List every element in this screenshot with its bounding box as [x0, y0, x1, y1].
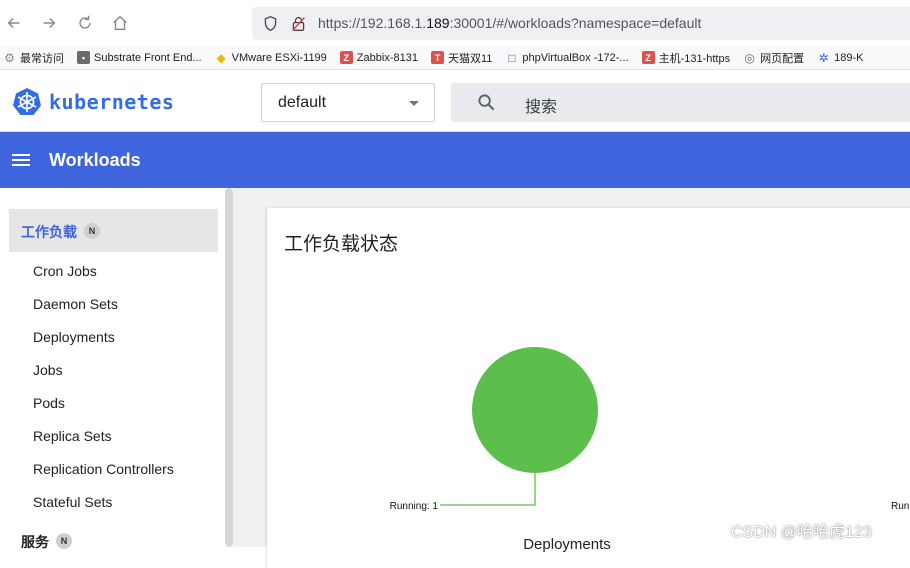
search-input[interactable]: 搜索 [451, 83, 910, 122]
bookmark-item[interactable]: Z Zabbix-8131 [339, 51, 418, 64]
page-toolbar: Workloads [0, 132, 910, 188]
vmware-icon: ◆ [216, 50, 226, 65]
bookmark-label: 主机-131-https [658, 52, 731, 65]
bookmark-label: 网页配置 [760, 52, 805, 65]
sidebar: 工作负载 N Cron Jobs Daemon Sets Deployments… [0, 188, 233, 550]
namespace-badge: N [84, 223, 100, 239]
pie-slice-running[interactable] [472, 347, 598, 473]
sidebar-item-replication-controllers[interactable]: Replication Controllers [33, 461, 174, 477]
browser-toolbar: https://192.168.1.189:30001/#/workloads?… [0, 0, 910, 46]
forward-arrow-icon[interactable] [31, 5, 67, 41]
back-arrow-icon[interactable] [0, 5, 32, 41]
bookmark-label: Zabbix-8131 [356, 51, 418, 64]
bookmark-label: phpVirtualBox -172-... [522, 51, 629, 64]
next-chart-data-label: Run [891, 501, 909, 512]
tmall-icon: T [430, 51, 444, 64]
url-text[interactable]: https://192.168.1.189:30001/#/workloads?… [318, 15, 701, 31]
menu-icon[interactable] [10, 149, 32, 171]
search-icon [478, 94, 495, 111]
sidebar-item-daemon-sets[interactable]: Daemon Sets [33, 296, 118, 312]
shield-icon[interactable] [262, 15, 279, 32]
pie-data-label: Running: 1 [390, 501, 439, 512]
brand-name[interactable]: kubernetes [49, 90, 174, 114]
chevron-down-icon [409, 101, 419, 106]
bookmark-item[interactable]: □ phpVirtualBox -172-... [505, 50, 629, 65]
bookmarks-bar: ⚙ 最常访问 ▪ Substrate Front End... ◆ VMware ESXi… [0, 46, 910, 70]
zabbix-icon: Z [339, 51, 353, 64]
bookmark-label: 189-K [834, 51, 864, 64]
bookmark-label: 天猫双11 [447, 52, 493, 65]
page-title: Workloads [49, 150, 141, 170]
app-header: kubernetes default 搜索 [0, 71, 910, 132]
sidebar-section-workloads[interactable]: 工作负载 N [9, 209, 218, 252]
bookmark-item[interactable]: Z 主机-131-https [641, 50, 731, 66]
zabbix-icon: Z [641, 51, 655, 64]
watermark: CSDN @哈哈虎123 [731, 524, 872, 541]
sidebar-section-label: 工作负载 [21, 224, 77, 240]
page-icon: ▪ [77, 51, 90, 64]
search-placeholder: 搜索 [525, 99, 558, 116]
sidebar-item-jobs[interactable]: Jobs [33, 362, 63, 378]
pie-leader-line [440, 473, 536, 506]
bookmark-item[interactable]: ▪ Substrate Front End... [77, 51, 202, 64]
sidebar-item-cron-jobs[interactable]: Cron Jobs [33, 263, 97, 279]
vbox-icon: □ [508, 50, 516, 65]
bookmark-label: 最常访问 [20, 52, 64, 65]
namespace-select[interactable]: default [261, 83, 435, 122]
gear-icon: ⚙ [4, 50, 15, 65]
bookmark-item[interactable]: ✲ 189-K [817, 50, 864, 65]
sidebar-scrollbar[interactable] [225, 188, 233, 547]
bookmark-item[interactable]: ◎ 网页配置 [743, 50, 804, 66]
chart-title: Deployments [523, 536, 611, 553]
globe-icon: ◎ [744, 50, 755, 65]
sidebar-section-services[interactable]: 服务 [21, 532, 49, 552]
home-icon[interactable] [102, 5, 138, 41]
bookmark-label: VMware ESXi-1199 [231, 51, 327, 64]
reload-icon[interactable] [67, 5, 103, 41]
deployments-pie-chart: Running: 1 Run [390, 347, 909, 512]
sidebar-item-stateful-sets[interactable]: Stateful Sets [33, 494, 112, 510]
bookmark-item[interactable]: T 天猫双11 [430, 50, 493, 66]
bookmark-label: Substrate Front End... [94, 51, 202, 64]
sidebar-item-deployments[interactable]: Deployments [33, 329, 115, 345]
sidebar-item-pods[interactable]: Pods [33, 395, 65, 411]
workload-status-card: 工作负载状态 Running: 1 Run Deployments [267, 208, 910, 568]
main-content: 工作负载状态 Running: 1 Run Deployments [233, 188, 910, 568]
sidebar-item-replica-sets[interactable]: Replica Sets [33, 428, 112, 444]
k8s-icon: ✲ [818, 50, 829, 65]
address-bar[interactable]: https://192.168.1.189:30001/#/workloads?… [252, 7, 910, 40]
namespace-value: default [278, 94, 327, 111]
bookmark-item[interactable]: ◆ VMware ESXi-1199 [215, 50, 327, 65]
bookmark-item[interactable]: ⚙ 最常访问 [3, 50, 64, 66]
lock-warning-icon[interactable] [290, 15, 307, 32]
kubernetes-logo-icon[interactable] [12, 87, 42, 117]
